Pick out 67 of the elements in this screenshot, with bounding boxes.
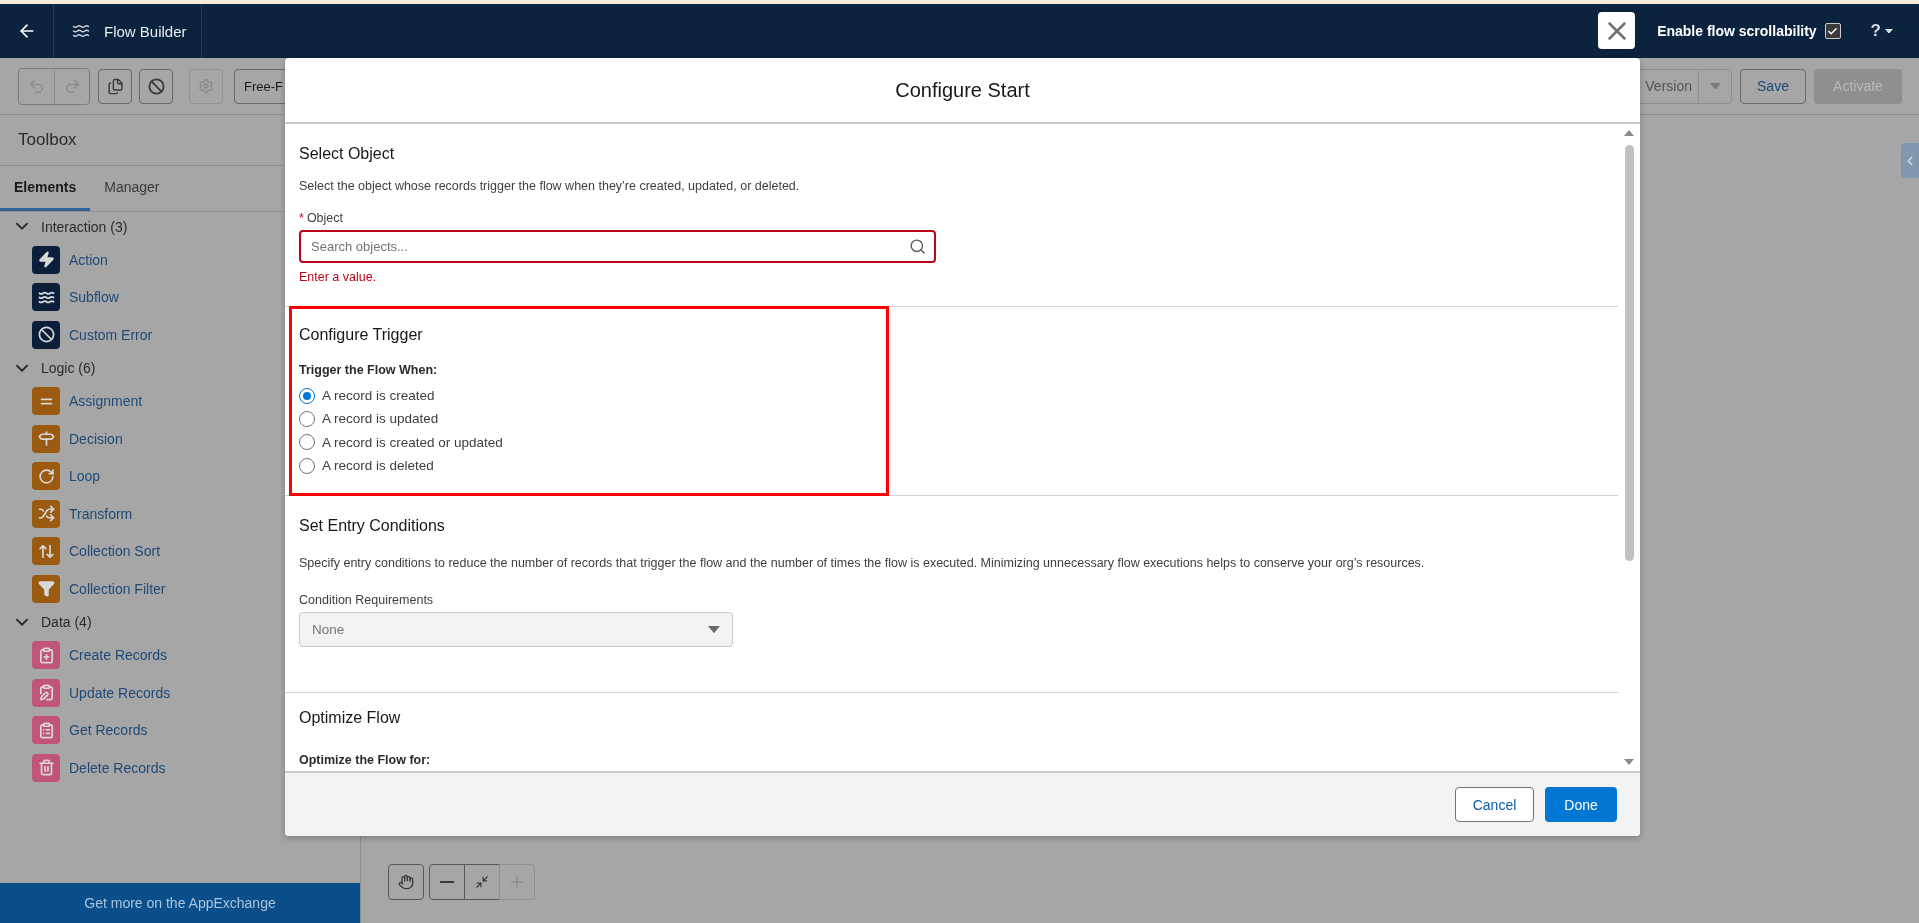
filter-icon <box>32 574 60 603</box>
plus-icon <box>508 873 526 891</box>
section-title: Set Entry Conditions <box>299 516 446 536</box>
radio-option[interactable]: A record is created or updated <box>299 430 879 454</box>
clipboard-plus-icon <box>32 641 60 670</box>
radio-option[interactable]: A record is updated <box>299 407 879 431</box>
object-search-field[interactable]: Search objects... <box>299 230 936 263</box>
version-button[interactable]: Version <box>1639 68 1698 104</box>
clipboard-list-icon <box>32 716 60 745</box>
waves-icon <box>32 283 60 312</box>
copy-icon <box>106 77 124 95</box>
caret-icon <box>708 625 720 634</box>
panel-tab[interactable]: Manager <box>90 166 174 211</box>
question-label: Trigger the Flow When: <box>299 362 439 378</box>
clipboard-pen-icon <box>32 678 60 707</box>
ban-icon <box>147 77 165 95</box>
radio-option[interactable]: A record is deleted <box>299 453 879 478</box>
arrows-in-icon <box>475 875 489 889</box>
ban-icon <box>32 320 60 349</box>
shuffle-icon <box>32 499 60 528</box>
scrollability-label: Enable flow scrollability <box>1657 23 1817 39</box>
appexchange-link[interactable]: Get more on the AppExchange <box>0 883 360 923</box>
radio-option[interactable]: A record is created <box>299 384 879 408</box>
panel-toggle-button[interactable] <box>1901 143 1919 178</box>
signpost-icon <box>32 424 60 453</box>
chevron-down-icon <box>15 617 29 627</box>
check-icon <box>1827 25 1839 37</box>
waves-icon <box>72 22 90 40</box>
close-button[interactable] <box>1598 12 1635 49</box>
error-message: Enter a value. <box>299 270 378 284</box>
caret-icon <box>1709 82 1721 90</box>
caret-icon <box>1885 28 1893 34</box>
save-button[interactable]: Save <box>1740 68 1806 104</box>
help-button[interactable]: ? <box>1870 21 1893 41</box>
sort-arrows-icon <box>32 537 60 566</box>
lightning-icon <box>32 245 60 274</box>
section-description: Specify entry conditions to reduce the number of records that trigger the flow and the number of times the flow is executed. Minimizing unnecessary flow executions helps to conserve your org’s resources. <box>299 555 1426 571</box>
chevron-down-icon <box>15 222 29 231</box>
search-icon <box>909 238 926 255</box>
copy-button[interactable] <box>98 68 132 104</box>
fit-view-button[interactable] <box>464 864 500 900</box>
equals-icon <box>32 387 60 416</box>
section-title: Configure Trigger <box>299 325 424 345</box>
field-label: Object <box>306 211 343 225</box>
cancel-button[interactable]: Cancel <box>1455 787 1534 822</box>
scrollability-checkbox[interactable] <box>1824 23 1841 39</box>
undo-icon <box>28 77 45 95</box>
dialog-title: Configure Start <box>895 78 1030 102</box>
panel-tab[interactable]: Elements <box>0 166 91 211</box>
section-description: Select the object whose records trigger the flow when they’re created, updated, or deleted. <box>299 178 801 194</box>
minus-icon <box>440 881 454 883</box>
ban-button[interactable] <box>139 68 173 104</box>
app-title: Flow Builder <box>104 22 187 40</box>
condition-select[interactable]: None <box>299 612 733 647</box>
redo-icon <box>63 77 81 95</box>
zoom-out-button[interactable] <box>429 864 465 900</box>
loop-icon <box>32 462 60 491</box>
trash-icon <box>32 753 60 782</box>
select-mode-button[interactable] <box>388 864 424 900</box>
gear-icon <box>198 78 214 94</box>
section-title: Optimize Flow <box>299 708 402 728</box>
chevron-down-icon <box>15 363 29 373</box>
question-label: Optimize the Flow for: <box>299 752 432 768</box>
required-mark: * <box>299 211 304 225</box>
hand-icon <box>398 874 414 890</box>
done-button[interactable]: Done <box>1545 787 1617 822</box>
field-label: Condition Requirements <box>299 593 434 607</box>
